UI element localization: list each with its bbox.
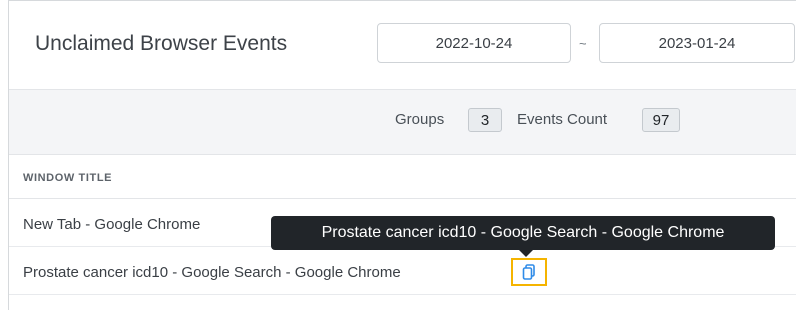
date-to-input[interactable]: 2023-01-24 — [599, 23, 795, 63]
unclaimed-events-panel: Unclaimed Browser Events 2022-10-24 ~ 20… — [8, 0, 796, 310]
events-count-badge: 97 — [642, 108, 680, 132]
groups-label: Groups — [395, 111, 445, 128]
date-range-separator: ~ — [579, 36, 587, 51]
tooltip: Prostate cancer icd10 - Google Search - … — [271, 216, 775, 250]
panel-header: Unclaimed Browser Events 2022-10-24 ~ 20… — [9, 1, 796, 89]
panel-title: Unclaimed Browser Events — [35, 32, 288, 55]
window-title-cell: New Tab - Google Chrome — [23, 216, 201, 233]
copy-icon — [522, 264, 535, 280]
column-header-label: WINDOW TITLE — [23, 172, 113, 184]
summary-bar: Groups 3 Events Count 97 — [9, 89, 796, 155]
groups-count-badge: 3 — [468, 108, 502, 132]
column-header-window-title[interactable]: WINDOW TITLE — [9, 155, 796, 199]
date-from-input[interactable]: 2022-10-24 — [377, 23, 571, 63]
window-title-cell: Prostate cancer icd10 - Google Search - … — [23, 264, 401, 281]
events-count-label: Events Count — [517, 111, 608, 128]
copy-button[interactable] — [511, 258, 547, 286]
tooltip-arrow — [519, 250, 533, 257]
table-row[interactable]: Prostate cancer icd10 - Google Search - … — [9, 247, 796, 295]
